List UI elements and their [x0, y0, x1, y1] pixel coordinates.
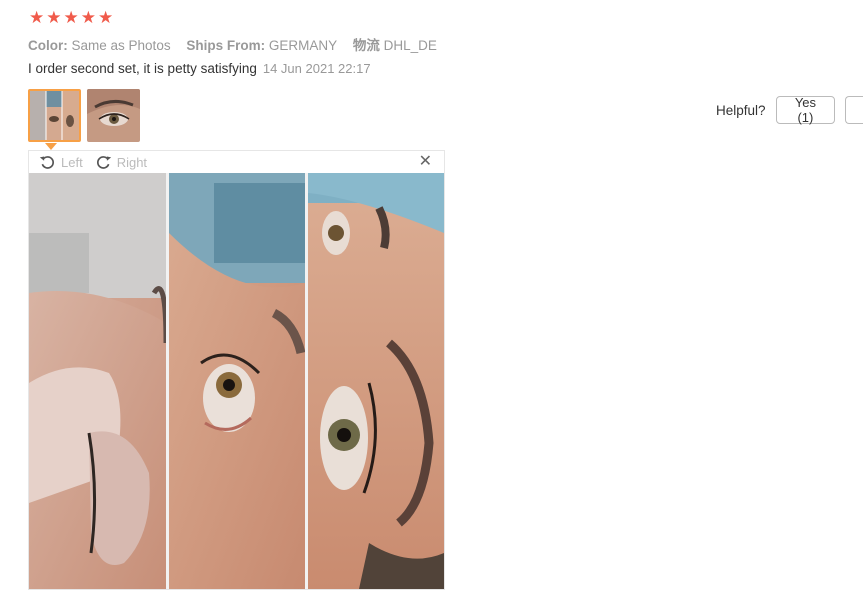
review-attributes: Color: Same as Photos Ships From: GERMAN…	[28, 34, 449, 54]
thumbnail-selected-caret	[45, 143, 57, 150]
rotate-right-icon	[96, 155, 111, 169]
review-text: I order second set, it is petty satisfyi…	[28, 61, 257, 76]
logistics-key: 物流	[352, 38, 380, 53]
rotate-left-button[interactable]: Left	[39, 154, 83, 171]
rotate-right-label: Right	[116, 154, 148, 170]
close-icon[interactable]: ✕	[419, 154, 432, 170]
star-icon: ★	[63, 8, 79, 27]
star-icon: ★	[80, 8, 96, 27]
helpful-yes-button[interactable]: Yes (1)	[775, 95, 836, 125]
rotate-left-icon	[39, 155, 55, 169]
helpful-no-button[interactable]	[845, 96, 863, 124]
rotate-right-button[interactable]: Right	[95, 154, 147, 171]
rating-stars: ★ ★ ★ ★ ★	[29, 9, 113, 26]
star-icon: ★	[98, 8, 114, 27]
color-key: Color:	[28, 38, 68, 53]
helpful-label: Helpful?	[716, 102, 766, 118]
star-icon: ★	[29, 8, 45, 27]
review-date: 14 Jun 2021 22:17	[262, 61, 371, 76]
ships-from-value: GERMANY	[268, 38, 338, 53]
review-body: I order second set, it is petty satisfyi…	[28, 61, 371, 76]
star-icon: ★	[46, 8, 62, 27]
photo-thumbnail-1[interactable]	[28, 89, 81, 142]
color-value: Same as Photos	[71, 38, 171, 53]
rotate-left-label: Left	[61, 154, 83, 170]
logistics-value: DHL_DE	[383, 38, 437, 53]
photo-thumbnails	[28, 89, 140, 142]
viewer-toolbar: Left Right ✕	[29, 151, 444, 173]
image-viewer: Left Right ✕	[28, 150, 445, 590]
review-photo	[29, 173, 444, 589]
helpful-section: Helpful? Yes (1)	[716, 95, 863, 125]
photo-thumbnail-2[interactable]	[87, 89, 140, 142]
ships-from-key: Ships From:	[186, 38, 266, 53]
